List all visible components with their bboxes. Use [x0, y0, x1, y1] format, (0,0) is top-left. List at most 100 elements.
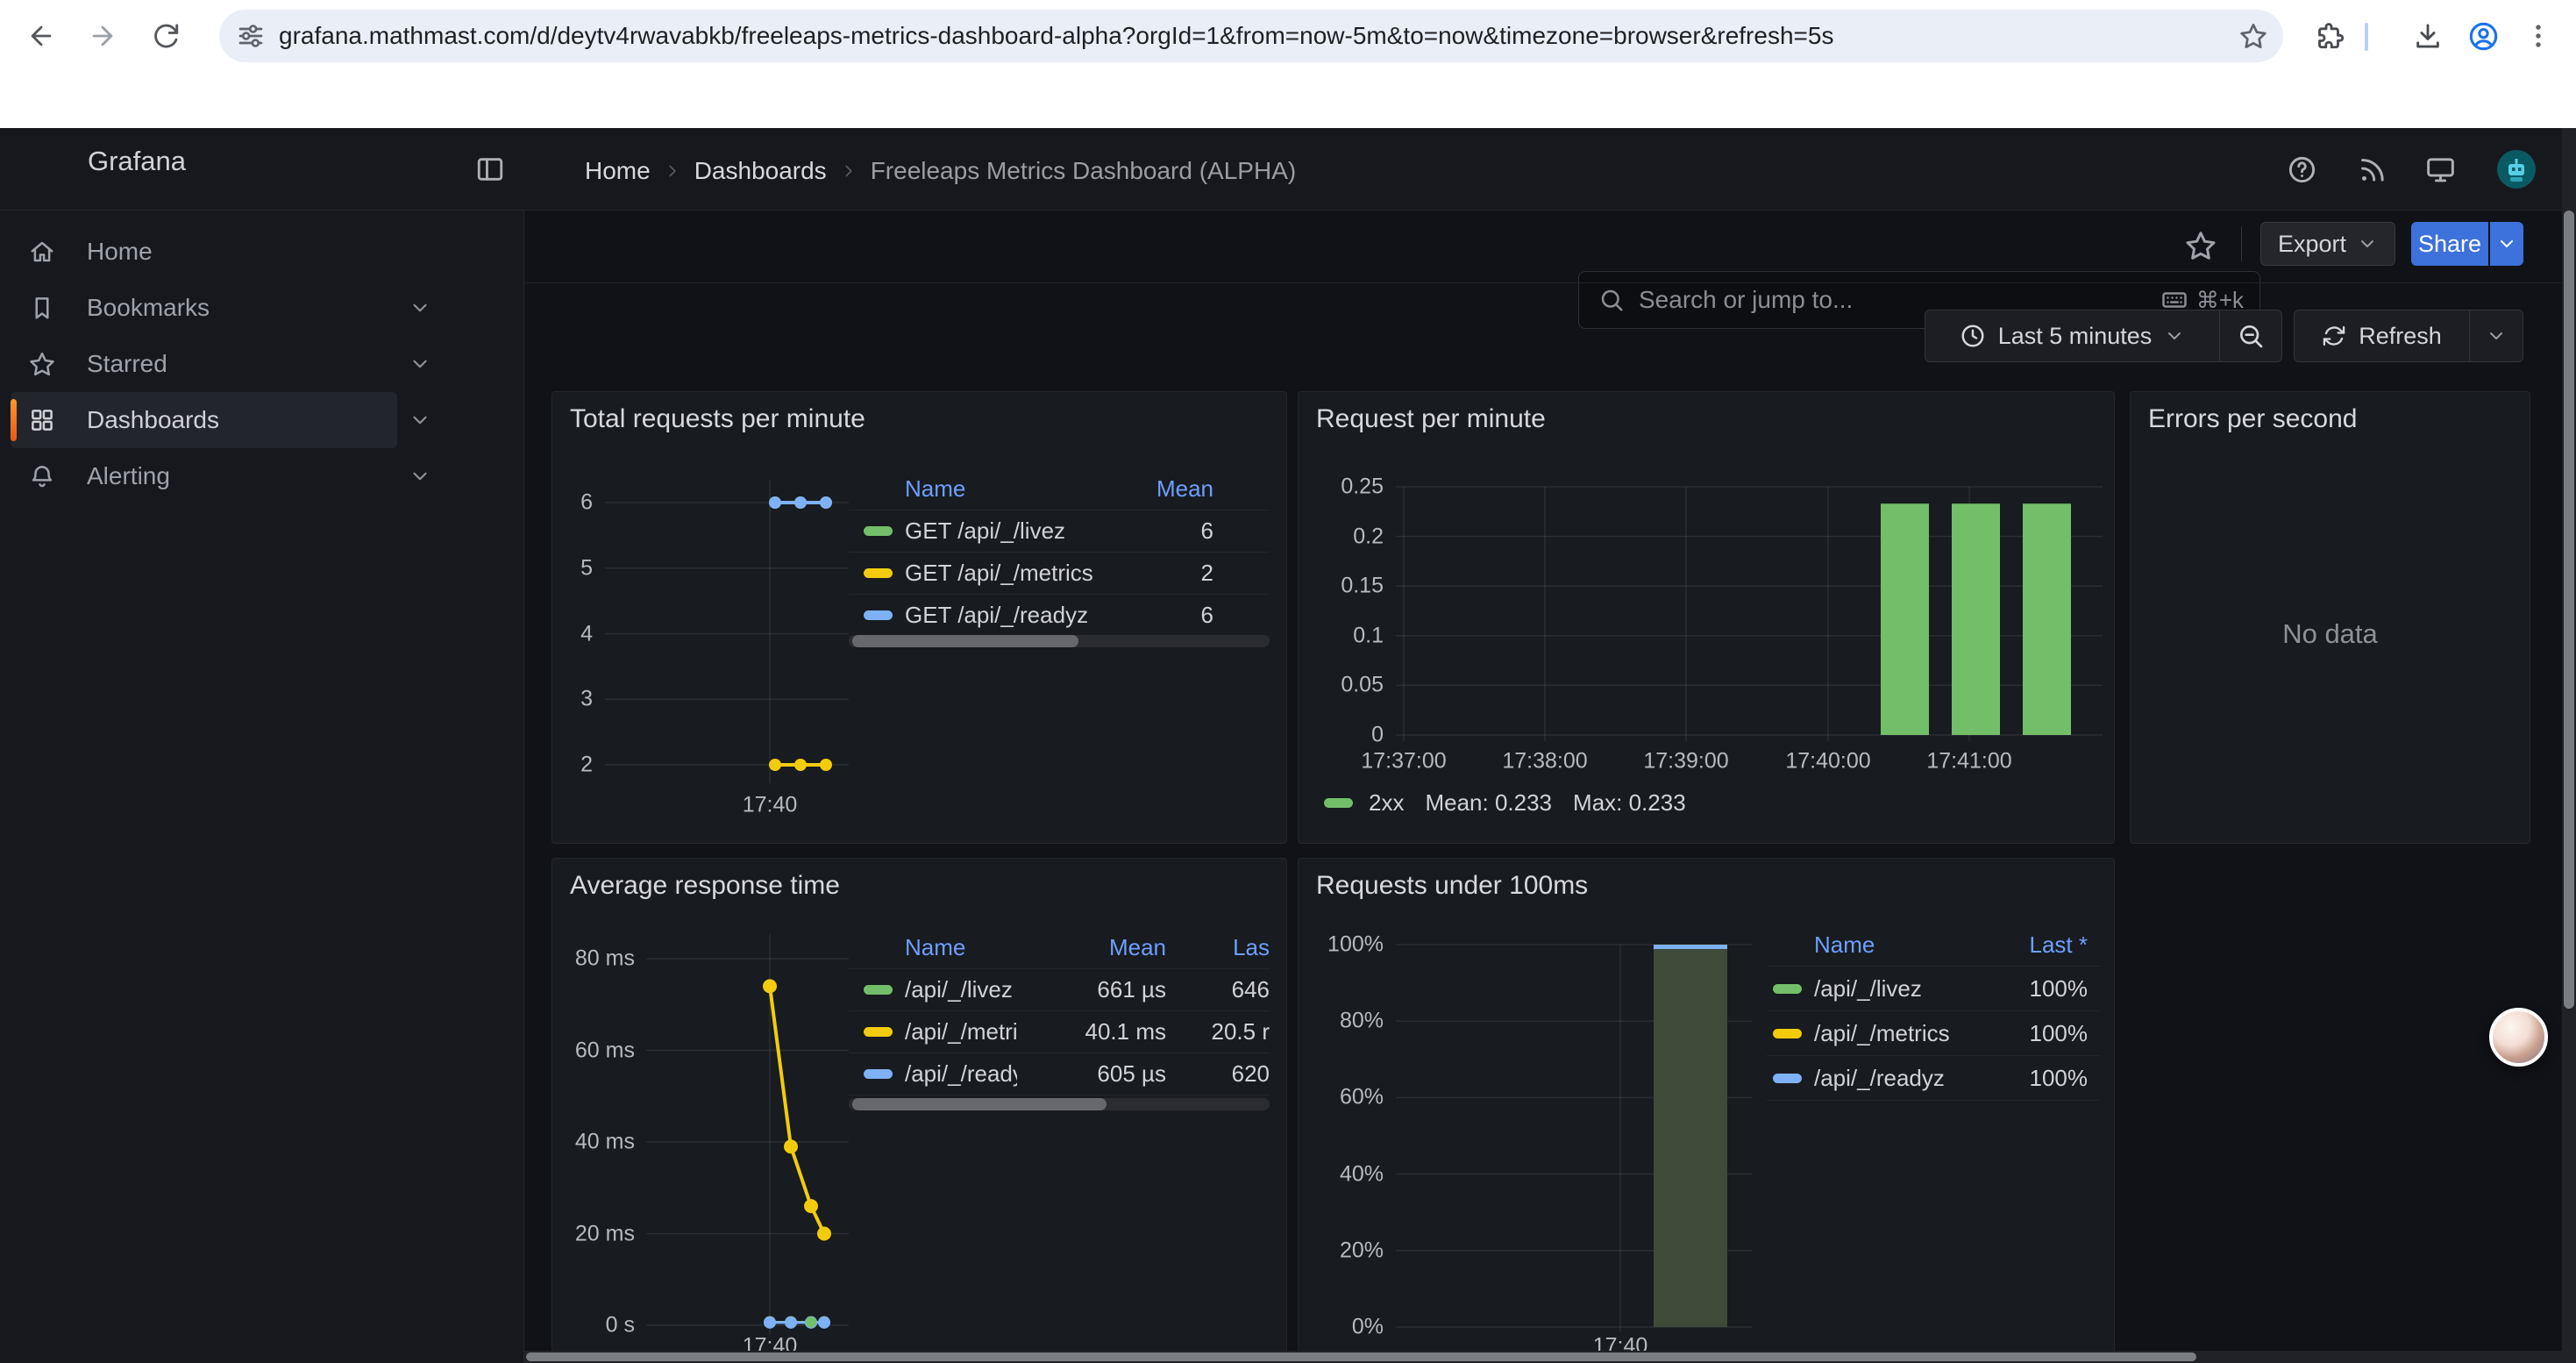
refresh-button[interactable]: Refresh: [2295, 323, 2469, 350]
extensions-icon[interactable]: [2315, 21, 2345, 51]
search-icon: [1598, 287, 1625, 313]
panel-title[interactable]: Errors per second: [2148, 404, 2357, 434]
legend-header: Name Mean Las: [849, 926, 1270, 968]
expand-chevron-icon[interactable]: [409, 409, 431, 432]
legend-row[interactable]: /api/_/metrics 100%: [1767, 1010, 2100, 1055]
sidebar-item-alerting[interactable]: Alerting: [11, 448, 397, 504]
zoom-out-button[interactable]: [2220, 322, 2281, 350]
legend-col-name[interactable]: Name: [1773, 931, 1982, 959]
sidebar-item-home[interactable]: Home: [11, 224, 397, 280]
breadcrumb-home[interactable]: Home: [585, 157, 651, 185]
brand-name[interactable]: Grafana: [88, 146, 186, 177]
expand-chevron-icon[interactable]: [409, 465, 431, 488]
series-name[interactable]: /api/_/livez: [905, 976, 1017, 1003]
sidebar-item-label: Bookmarks: [87, 294, 210, 322]
expand-chevron-icon[interactable]: [409, 296, 431, 319]
chevron-right-icon: [663, 161, 682, 181]
legend-col-mean[interactable]: Mean: [1108, 475, 1213, 503]
panel-errors-per-second: Errors per second No data: [2130, 391, 2530, 844]
series-name[interactable]: /api/_/livez: [1814, 975, 1982, 1003]
active-indicator: [11, 399, 17, 441]
legend-row[interactable]: GET /api/_/readyz 6: [849, 594, 1270, 636]
series-max-text: Max: 0.233: [1573, 789, 1686, 817]
sidebar-item-bookmarks[interactable]: Bookmarks: [11, 280, 397, 336]
sidebar-item-dashboards[interactable]: Dashboards: [11, 392, 397, 448]
toolbar-separator: [2241, 226, 2242, 261]
series-last: 100%: [1982, 975, 2088, 1003]
legend-row[interactable]: /api/_/readyz 100%: [1767, 1055, 2100, 1100]
legend-scrollbar-track[interactable]: [849, 635, 1270, 647]
floating-assistant-avatar[interactable]: [2489, 1008, 2548, 1067]
series-color-chip: [1324, 798, 1353, 808]
time-range-picker[interactable]: Last 5 minutes: [1925, 323, 2219, 350]
legend-table-under-100ms: Name Last * /api/_/livez 100% /api/_/met…: [1767, 924, 2100, 1101]
legend-col-last[interactable]: Last *: [1982, 931, 2088, 959]
vertical-scrollbar-thumb[interactable]: [2564, 211, 2574, 1009]
panel-title[interactable]: Total requests per minute: [570, 404, 865, 434]
browser-reload-button[interactable]: [151, 21, 181, 51]
expand-chevron-icon[interactable]: [409, 353, 431, 375]
series-name[interactable]: GET /api/_/readyz: [905, 602, 1108, 629]
chevron-right-icon: [839, 161, 858, 181]
user-avatar[interactable]: [2497, 150, 2536, 193]
screen: grafana.mathmast.com/d/deytv4rwavabkb/fr…: [0, 0, 2576, 1363]
time-range-label: Last 5 minutes: [1998, 323, 2153, 350]
series-name[interactable]: /api/_/metrics: [905, 1018, 1017, 1045]
panel-title[interactable]: Requests under 100ms: [1316, 871, 1588, 901]
browser-menu-kebab-icon[interactable]: [2523, 21, 2553, 51]
legend-col-mean[interactable]: Mean: [1017, 934, 1166, 961]
series-name[interactable]: GET /api/_/livez: [905, 517, 1108, 545]
help-icon[interactable]: [2287, 154, 2317, 185]
downloads-icon[interactable]: [2413, 21, 2443, 51]
bookmark-star-icon[interactable]: [2239, 22, 2267, 50]
series-color-chip: [1773, 1029, 1802, 1038]
profile-avatar[interactable]: [2467, 20, 2500, 53]
breadcrumb-dashboards[interactable]: Dashboards: [694, 157, 827, 185]
series-name[interactable]: /api/_/metrics: [1814, 1020, 1982, 1047]
legend-header: Name Last *: [1767, 924, 2100, 966]
series-last: 620: [1166, 1060, 1270, 1088]
panel-title[interactable]: Average response time: [570, 871, 840, 901]
browser-back-button[interactable]: [26, 21, 56, 51]
legend-col-name[interactable]: Name: [864, 475, 1108, 503]
series-mean: 661 µs: [1017, 976, 1166, 1003]
legend-scrollbar-track[interactable]: [849, 1098, 1270, 1110]
series-name[interactable]: 2xx: [1369, 789, 1404, 817]
legend-row[interactable]: /api/_/livez 661 µs 646: [849, 968, 1270, 1010]
sidebar-item-starred[interactable]: Starred: [11, 336, 397, 392]
address-bar[interactable]: grafana.mathmast.com/d/deytv4rwavabkb/fr…: [219, 10, 2283, 62]
display-mode-icon[interactable]: [2425, 154, 2456, 185]
horizontal-scrollbar-track[interactable]: [524, 1351, 2562, 1363]
legend-row[interactable]: /api/_/livez 100%: [1767, 966, 2100, 1010]
series-color-chip: [864, 526, 893, 536]
favorite-dashboard-star-icon[interactable]: [2185, 230, 2217, 261]
legend-row[interactable]: /api/_/metrics 40.1 ms 20.5 r: [849, 1010, 1270, 1053]
series-name[interactable]: /api/_/readyz: [1814, 1065, 1982, 1092]
refresh-interval-dropdown[interactable]: [2470, 325, 2523, 346]
legend-row[interactable]: GET /api/_/livez 6: [849, 510, 1270, 552]
share-dropdown-button[interactable]: [2490, 222, 2523, 266]
vertical-scrollbar-track[interactable]: [2562, 128, 2576, 1363]
export-button[interactable]: Export: [2260, 222, 2395, 266]
horizontal-scrollbar-thumb[interactable]: [526, 1352, 2196, 1361]
bell-icon: [29, 463, 55, 489]
chevron-down-icon: [2164, 325, 2185, 346]
legend-row[interactable]: GET /api/_/metrics 2: [849, 552, 1270, 594]
panel-title[interactable]: Request per minute: [1316, 404, 1546, 434]
legend-scrollbar-thumb[interactable]: [852, 1098, 1107, 1110]
chevron-down-icon: [2486, 325, 2507, 346]
series-name[interactable]: GET /api/_/metrics: [905, 560, 1108, 587]
url-text[interactable]: grafana.mathmast.com/d/deytv4rwavabkb/fr…: [279, 22, 2190, 50]
series-name[interactable]: /api/_/readyz: [905, 1060, 1017, 1088]
legend-row[interactable]: /api/_/readyz 605 µs 620: [849, 1053, 1270, 1095]
legend-col-name[interactable]: Name: [864, 934, 1017, 961]
grafana-logo[interactable]: [23, 138, 63, 178]
browser-forward-button[interactable]: [88, 21, 117, 51]
legend-col-last[interactable]: Las: [1166, 934, 1270, 961]
site-settings-icon[interactable]: [237, 22, 265, 50]
sidebar-toggle-icon[interactable]: [475, 154, 505, 184]
news-rss-icon[interactable]: [2357, 154, 2387, 185]
share-button[interactable]: Share: [2411, 222, 2488, 266]
legend-scrollbar-thumb[interactable]: [852, 635, 1078, 647]
legend-line-2xx[interactable]: 2xx Mean: 0.233 Max: 0.233: [1324, 789, 1686, 817]
